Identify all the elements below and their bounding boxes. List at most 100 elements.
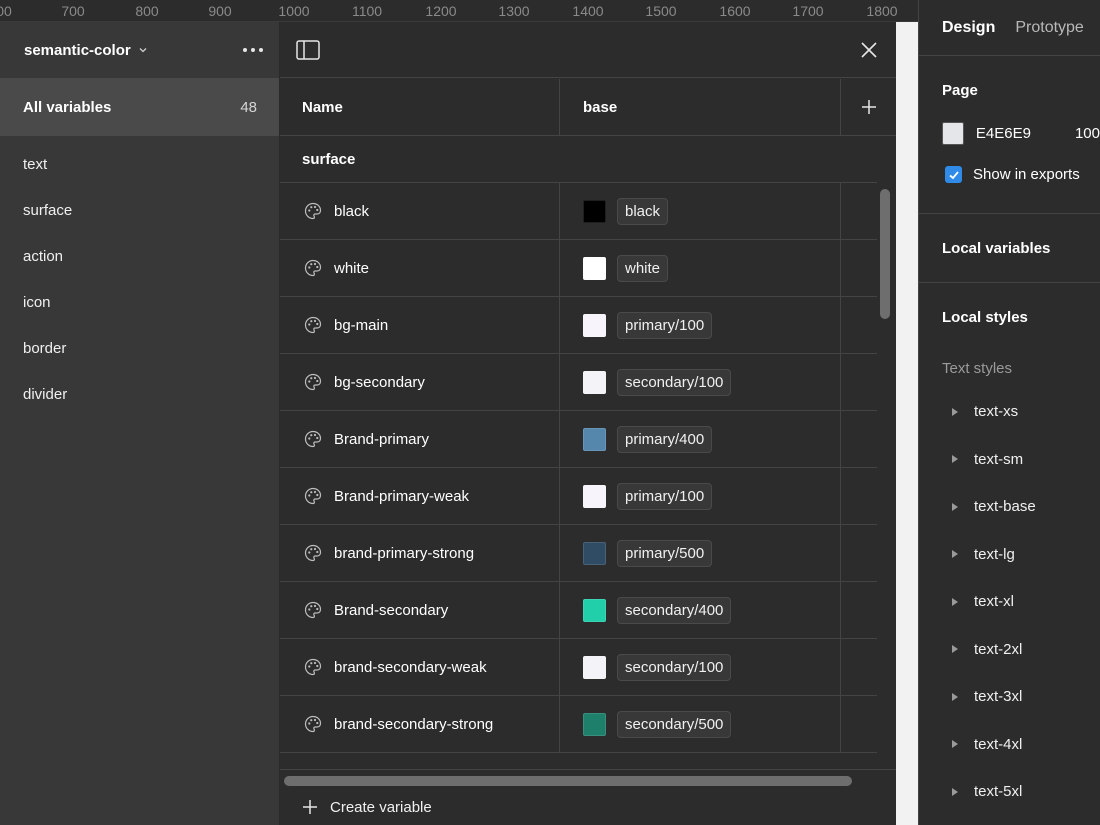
group-item-text[interactable]: text: [0, 141, 279, 187]
variable-value-cell[interactable]: secondary/400: [560, 582, 841, 638]
group-item-icon[interactable]: icon: [0, 279, 279, 325]
more-options-icon[interactable]: [243, 48, 263, 52]
variable-value-cell[interactable]: white: [560, 240, 841, 296]
sidebar-toggle-icon[interactable]: [296, 39, 320, 60]
table-row[interactable]: brand-secondary-strong secondary/500: [280, 696, 877, 753]
color-swatch: [583, 427, 606, 451]
text-style-item[interactable]: text-4xl: [942, 721, 1100, 769]
local-styles-section: Local styles Text styles text-xs text-sm t…: [919, 283, 1100, 816]
table-row[interactable]: black black: [280, 183, 877, 240]
table-row[interactable]: brand-primary-strong primary/500: [280, 525, 877, 582]
variable-name: brand-secondary-strong: [334, 715, 494, 733]
empty-cell: [841, 183, 877, 239]
alias-pill[interactable]: primary/400: [617, 425, 713, 453]
group-item-surface[interactable]: surface: [0, 187, 279, 233]
show-in-exports-row[interactable]: Show in exports: [945, 166, 1100, 183]
table-row[interactable]: bg-secondary secondary/100: [280, 354, 877, 411]
add-mode-button[interactable]: [841, 79, 896, 135]
variable-value-cell[interactable]: secondary/100: [560, 639, 841, 695]
text-style-item[interactable]: text-5xl: [942, 768, 1100, 816]
collection-dropdown[interactable]: semantic-color: [24, 42, 148, 59]
collection-header: semantic-color: [0, 22, 279, 78]
page-fill-swatch[interactable]: [942, 122, 964, 145]
tab-prototype[interactable]: Prototype: [1015, 19, 1083, 37]
ruler-tick: 900: [208, 3, 232, 19]
properties-panel: Design Prototype Page E4E6E9 100 Show in…: [918, 0, 1100, 825]
variable-value-cell[interactable]: secondary/100: [560, 354, 841, 410]
checkmark-icon: [948, 170, 959, 179]
variable-value-cell[interactable]: black: [560, 183, 841, 239]
page-fill-opacity[interactable]: 100: [1075, 125, 1100, 142]
alias-pill[interactable]: primary/500: [617, 539, 713, 567]
group-item-action[interactable]: action: [0, 233, 279, 279]
table-row[interactable]: bg-main primary/100: [280, 297, 877, 354]
variable-name-cell[interactable]: bg-main: [280, 297, 560, 353]
variable-value-cell[interactable]: primary/500: [560, 525, 841, 581]
variable-value-cell[interactable]: primary/400: [560, 411, 841, 467]
variable-name-cell[interactable]: brand-secondary-weak: [280, 639, 560, 695]
variable-name-cell[interactable]: brand-primary-strong: [280, 525, 560, 581]
page-section-title: Page: [942, 82, 978, 99]
color-swatch: [583, 199, 606, 223]
text-style-item[interactable]: text-2xl: [942, 626, 1100, 674]
variable-value-cell[interactable]: secondary/500: [560, 696, 841, 752]
variable-name-cell[interactable]: Brand-primary: [280, 411, 560, 467]
table-row[interactable]: Brand-primary-weak primary/100: [280, 468, 877, 525]
variable-name-cell[interactable]: Brand-secondary: [280, 582, 560, 638]
show-in-exports-checkbox[interactable]: [945, 166, 962, 183]
variable-value-cell[interactable]: primary/100: [560, 468, 841, 524]
text-style-name: text-sm: [974, 450, 1024, 468]
table-row[interactable]: brand-secondary-weak secondary/100: [280, 639, 877, 696]
table-row[interactable]: Brand-primary primary/400: [280, 411, 877, 468]
alias-pill[interactable]: black: [617, 197, 669, 225]
close-icon[interactable]: [860, 41, 878, 59]
text-style-name: text-base: [974, 498, 1036, 516]
table-toolbar: [280, 22, 896, 78]
create-variable-button[interactable]: Create variable: [280, 789, 896, 825]
horizontal-scrollbar-track: [280, 769, 896, 789]
column-header-mode[interactable]: base: [560, 79, 841, 135]
table-row[interactable]: white white: [280, 240, 877, 297]
collection-name: semantic-color: [24, 41, 131, 59]
variable-name-cell[interactable]: black: [280, 183, 560, 239]
column-header-name: Name: [280, 79, 560, 135]
text-style-item[interactable]: text-lg: [942, 531, 1100, 579]
alias-pill[interactable]: secondary/100: [617, 653, 732, 681]
alias-pill[interactable]: primary/100: [617, 311, 713, 339]
variable-name-cell[interactable]: Brand-primary-weak: [280, 468, 560, 524]
variable-name-cell[interactable]: white: [280, 240, 560, 296]
empty-cell: [841, 354, 877, 410]
all-variables-item[interactable]: All variables 48: [0, 78, 279, 136]
text-style-item[interactable]: text-base: [942, 483, 1100, 531]
tab-design[interactable]: Design: [942, 19, 995, 37]
variable-value-cell[interactable]: primary/100: [560, 297, 841, 353]
text-style-item[interactable]: text-xl: [942, 578, 1100, 626]
horizontal-scrollbar[interactable]: [284, 776, 852, 786]
alias-pill[interactable]: secondary/400: [617, 596, 732, 624]
text-style-item[interactable]: text-xs: [942, 388, 1100, 436]
text-style-item[interactable]: text-3xl: [942, 673, 1100, 721]
text-style-name: text-4xl: [974, 735, 1023, 753]
group-item-divider[interactable]: divider: [0, 371, 279, 417]
vertical-scrollbar[interactable]: [880, 189, 890, 319]
page-fill-hex[interactable]: E4E6E9: [976, 125, 1031, 142]
plus-icon: [303, 800, 317, 814]
canvas-strip: [896, 22, 918, 825]
alias-pill[interactable]: white: [617, 254, 669, 282]
variable-name-cell[interactable]: brand-secondary-strong: [280, 696, 560, 752]
alias-pill[interactable]: secondary/500: [617, 710, 732, 738]
page-fill-row[interactable]: E4E6E9 100: [942, 122, 1100, 145]
local-variables-section[interactable]: Local variables: [919, 214, 1100, 283]
alias-pill[interactable]: primary/100: [617, 482, 713, 510]
color-swatch: [583, 313, 606, 337]
empty-cell: [841, 468, 877, 524]
group-item-border[interactable]: border: [0, 325, 279, 371]
text-style-item[interactable]: text-sm: [942, 436, 1100, 484]
variable-name: bg-secondary: [334, 373, 425, 391]
color-variable-icon: [304, 658, 322, 676]
text-style-name: text-3xl: [974, 688, 1023, 706]
alias-pill[interactable]: secondary/100: [617, 368, 732, 396]
table-row[interactable]: Brand-secondary secondary/400: [280, 582, 877, 639]
variable-name-cell[interactable]: bg-secondary: [280, 354, 560, 410]
text-style-name: text-lg: [974, 545, 1015, 563]
